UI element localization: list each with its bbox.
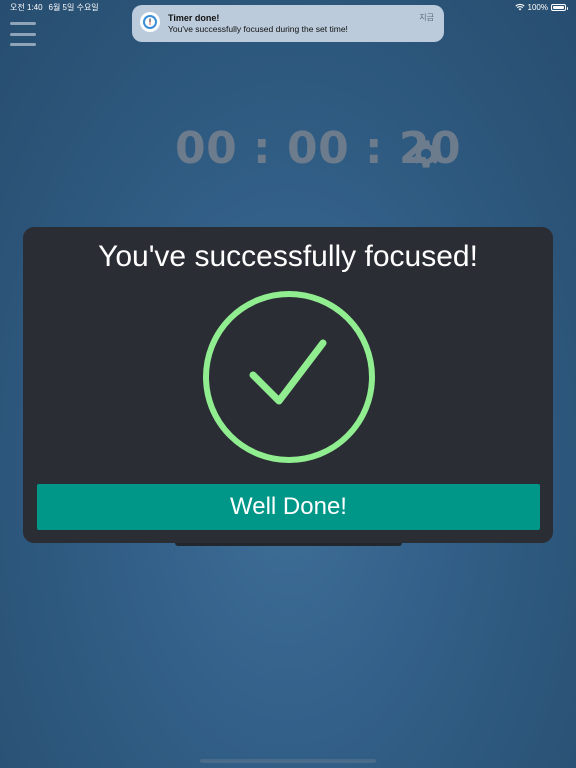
dialog-title: You've successfully focused! <box>98 240 478 273</box>
battery-fill <box>553 5 564 9</box>
wifi-icon <box>514 4 525 11</box>
notification-title: Timer done! <box>168 12 220 23</box>
battery-percent: 100% <box>527 2 548 12</box>
home-indicator[interactable] <box>200 759 376 763</box>
status-time: 오전 1:40 <box>10 2 43 12</box>
timer-row: 00 : 00 : 20 <box>0 124 576 174</box>
menu-line <box>10 22 36 25</box>
notification-body: You've successfully focused during the s… <box>168 23 348 34</box>
status-date: 6월 5일 수요일 <box>48 2 99 12</box>
menu-line <box>10 43 36 46</box>
gear-icon[interactable] <box>409 137 443 171</box>
menu-line <box>10 32 36 36</box>
well-done-button[interactable]: Well Done! <box>37 484 540 530</box>
notification-time: 지금 <box>419 13 434 22</box>
battery-icon <box>551 3 568 11</box>
timer-app-icon <box>140 12 160 32</box>
checkmark-circle-icon <box>203 291 375 463</box>
notification-banner[interactable]: Timer done! You've successfully focused … <box>132 5 444 42</box>
hamburger-menu-icon[interactable] <box>10 22 36 46</box>
status-left: 오전 1:40 6월 5일 수요일 <box>10 2 99 13</box>
success-dialog: You've successfully focused! Well Done! <box>23 227 553 543</box>
notification-text: Timer done! You've successfully focused … <box>168 13 436 35</box>
status-right: 100% <box>514 2 568 12</box>
